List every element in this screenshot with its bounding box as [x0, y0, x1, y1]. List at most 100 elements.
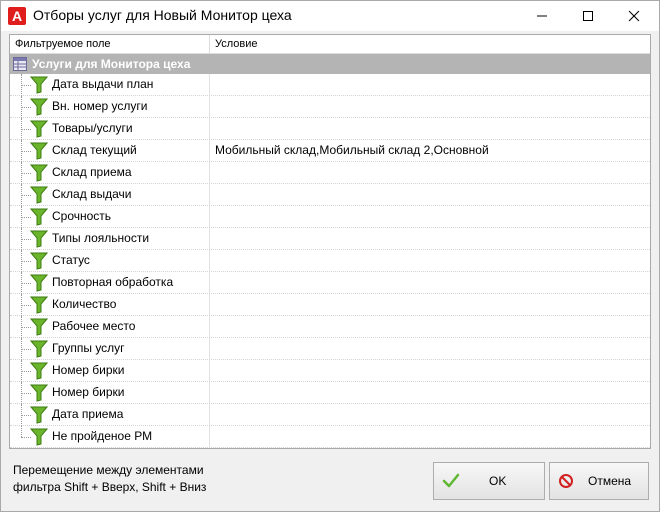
condition-cell[interactable]: [210, 426, 650, 448]
minimize-icon: [537, 15, 547, 17]
condition-cell[interactable]: [210, 338, 650, 360]
field-cell[interactable]: Рабочее место: [10, 316, 210, 338]
field-label: Товары/услуги: [52, 121, 133, 135]
field-cell[interactable]: Срочность: [10, 206, 210, 228]
condition-cell[interactable]: [210, 118, 650, 140]
field-cell[interactable]: Вн. номер услуги: [10, 96, 210, 118]
maximize-icon: [583, 11, 593, 21]
ok-button-label: OK: [489, 474, 507, 488]
field-label: Группы услуг: [52, 341, 125, 355]
field-label: Типы лояльности: [52, 231, 150, 245]
table-row[interactable]: Типы лояльности: [10, 228, 650, 250]
filter-funnel-icon: [30, 296, 48, 314]
table-row[interactable]: Количество: [10, 294, 650, 316]
condition-cell[interactable]: [210, 228, 650, 250]
condition-cell[interactable]: [210, 360, 650, 382]
grid-header: Фильтруемое поле Условие: [10, 35, 650, 54]
field-label: Рабочее место: [52, 319, 136, 333]
filter-funnel-icon: [30, 98, 48, 116]
field-cell[interactable]: Группы услуг: [10, 338, 210, 360]
condition-cell[interactable]: [210, 162, 650, 184]
table-row[interactable]: Склад текущий Мобильный склад,Мобильный с…: [10, 140, 650, 162]
condition-cell[interactable]: [210, 206, 650, 228]
filter-rows: Дата выдачи план Вн. номер услуги Товары/у…: [10, 74, 650, 448]
table-row[interactable]: Статус: [10, 250, 650, 272]
group-row[interactable]: Услуги для Монитора цеха: [10, 54, 650, 74]
field-cell[interactable]: Товары/услуги: [10, 118, 210, 140]
table-row[interactable]: Склад выдачи: [10, 184, 650, 206]
field-cell[interactable]: Статус: [10, 250, 210, 272]
field-cell[interactable]: Не пройденое РМ: [10, 426, 210, 448]
table-row[interactable]: Срочность: [10, 206, 650, 228]
condition-cell[interactable]: [210, 404, 650, 426]
field-cell[interactable]: Номер бирки: [10, 360, 210, 382]
field-cell[interactable]: Склад выдачи: [10, 184, 210, 206]
field-label: Количество: [52, 297, 117, 311]
table-row[interactable]: Номер бирки: [10, 382, 650, 404]
table-row[interactable]: Дата приема: [10, 404, 650, 426]
table-row[interactable]: Группы услуг: [10, 338, 650, 360]
filter-funnel-icon: [30, 186, 48, 204]
field-cell[interactable]: Номер бирки: [10, 382, 210, 404]
field-label: Склад текущий: [52, 143, 137, 157]
table-row[interactable]: Повторная обработка: [10, 272, 650, 294]
field-cell[interactable]: Дата приема: [10, 404, 210, 426]
table-row[interactable]: Склад приема: [10, 162, 650, 184]
minimize-button[interactable]: [519, 1, 565, 31]
field-label: Склад выдачи: [52, 187, 132, 201]
field-label: Номер бирки: [52, 363, 125, 377]
keyboard-hint-line2: фильтра Shift + Вверх, Shift + Вниз: [13, 480, 207, 494]
window-title: Отборы услуг для Новый Монитор цеха: [33, 7, 292, 23]
table-row[interactable]: Номер бирки: [10, 360, 650, 382]
condition-cell[interactable]: [210, 184, 650, 206]
filter-funnel-icon: [30, 252, 48, 270]
filter-funnel-icon: [30, 230, 48, 248]
table-row[interactable]: Рабочее место: [10, 316, 650, 338]
filter-grid[interactable]: Фильтруемое поле Условие Услуги для Мони…: [9, 34, 651, 449]
condition-cell[interactable]: [210, 96, 650, 118]
filter-funnel-icon: [30, 142, 48, 160]
column-header-condition[interactable]: Условие: [210, 35, 650, 53]
condition-cell[interactable]: [210, 316, 650, 338]
field-cell[interactable]: Дата выдачи план: [10, 74, 210, 96]
filter-funnel-icon: [30, 120, 48, 138]
table-icon: [13, 57, 27, 71]
filter-funnel-icon: [30, 340, 48, 358]
table-row[interactable]: Вн. номер услуги: [10, 96, 650, 118]
filter-funnel-icon: [30, 428, 48, 446]
condition-cell[interactable]: [210, 382, 650, 404]
field-cell[interactable]: Склад приема: [10, 162, 210, 184]
field-label: Склад приема: [52, 165, 132, 179]
filter-funnel-icon: [30, 76, 48, 94]
close-button[interactable]: [611, 1, 657, 31]
group-label: Услуги для Монитора цеха: [32, 57, 191, 71]
field-cell[interactable]: Склад текущий: [10, 140, 210, 162]
field-label: Дата приема: [52, 407, 124, 421]
table-row[interactable]: Не пройденое РМ: [10, 426, 650, 448]
title-bar[interactable]: A Отборы услуг для Новый Монитор цеха: [1, 1, 659, 31]
tree-line: [21, 426, 22, 437]
column-header-field[interactable]: Фильтруемое поле: [10, 35, 210, 53]
condition-cell[interactable]: [210, 272, 650, 294]
condition-cell[interactable]: [210, 250, 650, 272]
field-label: Повторная обработка: [52, 275, 174, 289]
filter-funnel-icon: [30, 406, 48, 424]
filter-funnel-icon: [30, 164, 48, 182]
table-row[interactable]: Дата выдачи план: [10, 74, 650, 96]
field-cell[interactable]: Типы лояльности: [10, 228, 210, 250]
field-label: Не пройденое РМ: [52, 429, 153, 443]
maximize-button[interactable]: [565, 1, 611, 31]
condition-cell[interactable]: [210, 294, 650, 316]
checkmark-icon: [442, 473, 460, 488]
field-cell[interactable]: Повторная обработка: [10, 272, 210, 294]
condition-cell[interactable]: Мобильный склад,Мобильный склад 2,Основн…: [210, 140, 650, 162]
cancel-button-label: Отмена: [588, 474, 632, 488]
cancel-button[interactable]: Отмена: [549, 462, 649, 500]
keyboard-hint: Перемещение между элементами фильтра Shi…: [13, 462, 273, 496]
table-row[interactable]: Товары/услуги: [10, 118, 650, 140]
field-label: Дата выдачи план: [52, 77, 154, 91]
field-cell[interactable]: Количество: [10, 294, 210, 316]
condition-cell[interactable]: [210, 74, 650, 96]
field-label: Статус: [52, 253, 90, 267]
ok-button[interactable]: OK: [433, 462, 545, 500]
